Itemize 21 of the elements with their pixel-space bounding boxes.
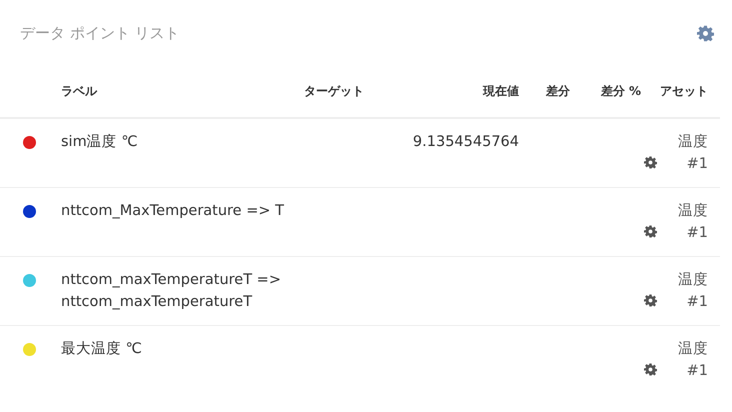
asset-link[interactable]: 温度 #1 — [658, 338, 708, 382]
asset-link[interactable]: 温度 #1 — [658, 131, 708, 175]
column-header: アセット — [660, 83, 708, 100]
asset-link[interactable]: 温度 #1 — [658, 200, 708, 244]
column-header: 差分 — [546, 83, 570, 100]
label-cell-text: nttcom_MaxTemperature => T — [61, 202, 285, 221]
column-header: 差分 % — [600, 83, 641, 100]
panel-title: データ ポイント リスト — [20, 24, 180, 42]
column-header: ラベル — [61, 83, 97, 100]
gear-icon — [644, 363, 657, 376]
settings-icon[interactable] — [697, 24, 714, 42]
label-cell-text: nttcom_maxTemperatureT => nttcom_maxTemperatureT — [61, 271, 282, 312]
gear-icon — [644, 225, 657, 238]
label-cell-text: 最大温度 ℃ — [61, 340, 143, 359]
gear-icon — [644, 294, 657, 307]
label-cell-text: sim温度 ℃ — [61, 132, 139, 152]
gear-icon — [644, 156, 657, 169]
asset-link[interactable]: 温度 #1 — [658, 269, 708, 313]
current-value-cell: 9.1354545764 — [412, 134, 519, 150]
column-header: 現在値 — [483, 83, 519, 100]
column-header: ターゲット — [304, 83, 364, 100]
